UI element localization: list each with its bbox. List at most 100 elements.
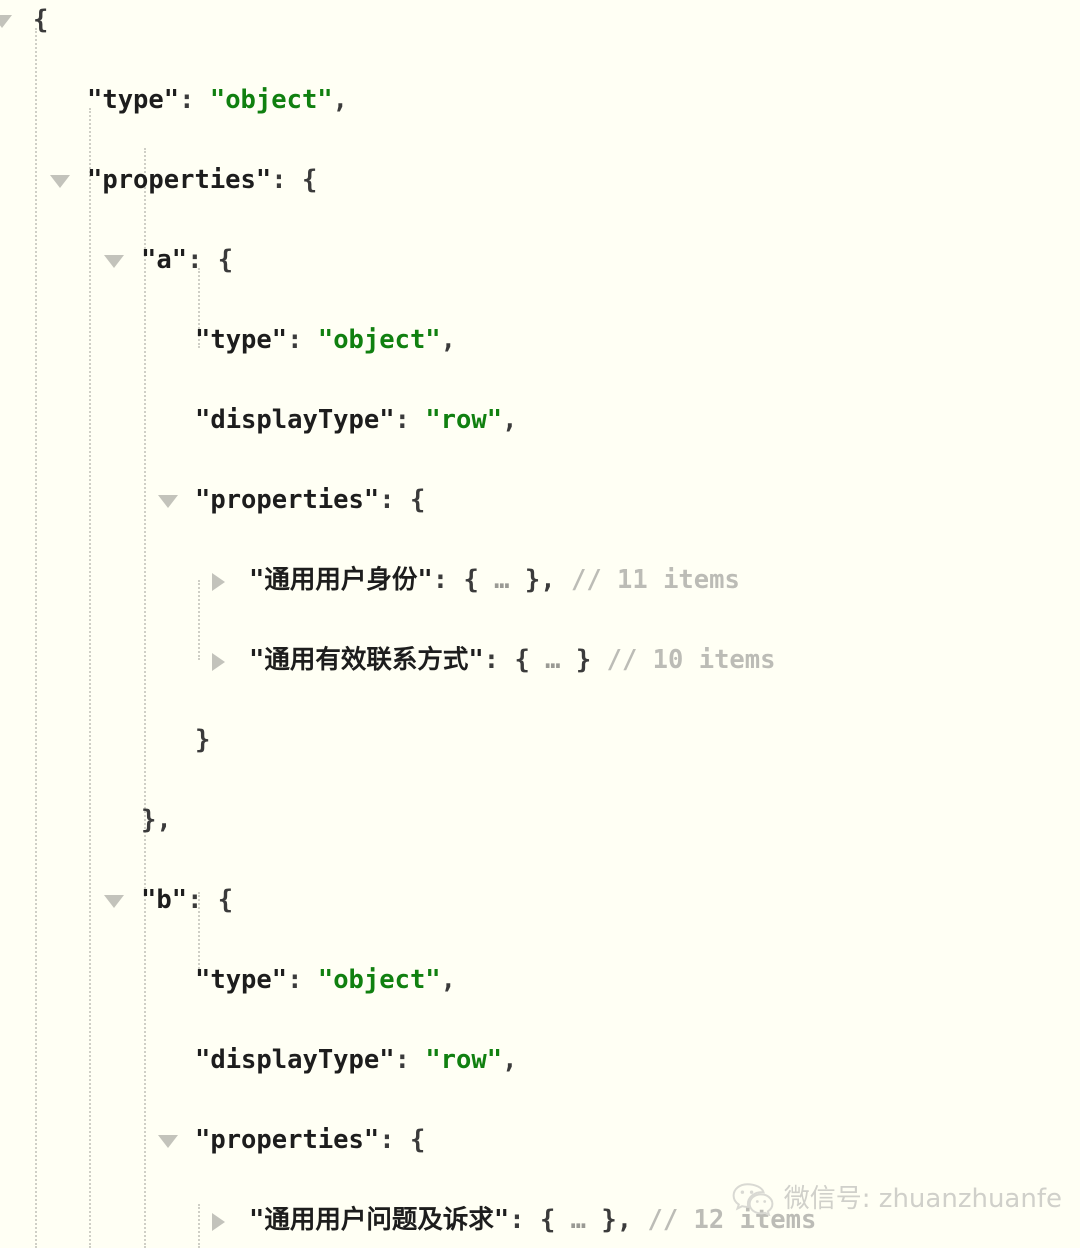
string-value-token: "object" (317, 325, 441, 355)
collapse-triangle-icon[interactable] (158, 1135, 178, 1148)
key-text: " (468, 645, 484, 675)
code-line-content: "type": "object", (87, 80, 348, 120)
code-line-content: "properties": { (195, 1120, 425, 1160)
code-line-content: "displayType": "row", (195, 400, 517, 440)
code-line-content: "displayType": "row", (195, 1040, 517, 1080)
collapsed-open-brace: { (514, 645, 546, 675)
code-line-content: "b": { (141, 880, 233, 920)
item-count-comment: // 10 items (591, 645, 776, 675)
punctuation-token: , (440, 325, 457, 355)
key-text: "type" (87, 85, 180, 115)
colon-token: : (394, 1045, 426, 1075)
code-line: "displayType": "row", (0, 1040, 1080, 1080)
punctuation-token: , (332, 85, 349, 115)
collapsed-open-brace: { (463, 565, 495, 595)
item-count-comment: // 11 items (555, 565, 740, 595)
code-line-content: }, (141, 800, 172, 840)
key-text: "b" (141, 885, 188, 915)
punctuation-token: , (616, 1205, 633, 1235)
code-line-content: "通用用户问题及诉求": { … }, // 12 items (249, 1200, 816, 1240)
code-line-content: "type": "object", (195, 320, 456, 360)
collapsed-close-brace: } (560, 645, 592, 675)
string-value-token: "row" (425, 405, 503, 435)
colon-token: : (379, 1125, 410, 1155)
key-text: "displayType" (195, 1045, 395, 1075)
colon-token: : (187, 885, 218, 915)
code-line: "type": "object", (0, 960, 1080, 1000)
expand-triangle-icon[interactable] (212, 653, 225, 671)
punctuation-token: { (217, 245, 234, 275)
key-text: " (417, 565, 433, 595)
code-line: "通用用户问题及诉求": { … }, // 12 items (0, 1200, 1080, 1240)
code-line-content: "通用有效联系方式": { … } // 10 items (249, 640, 775, 680)
collapsed-close-brace: } (509, 565, 541, 595)
colon-token: : (483, 645, 515, 675)
key-text: "type" (195, 965, 288, 995)
colon-token: : (187, 245, 218, 275)
colon-token: : (509, 1205, 540, 1235)
key-text-cjk: 通用用户身份 (264, 565, 418, 595)
code-line: "b": { (0, 880, 1080, 920)
code-line-content: "properties": { (195, 480, 425, 520)
punctuation-token: { (301, 165, 318, 195)
key-text: "type" (195, 325, 288, 355)
code-line: "type": "object", (0, 320, 1080, 360)
string-value-token: "row" (425, 1045, 503, 1075)
collapse-triangle-icon[interactable] (104, 895, 124, 908)
code-line: "通用有效联系方式": { … } // 10 items (0, 640, 1080, 680)
code-area[interactable]: {"type": "object", "properties": {"a": {"… (0, 0, 1080, 1248)
code-line: "displayType": "row", (0, 400, 1080, 440)
colon-token: : (179, 85, 210, 115)
collapse-triangle-icon[interactable] (50, 175, 70, 188)
collapsed-ellipsis: … (570, 1205, 587, 1235)
code-line: "properties": { (0, 1120, 1080, 1160)
collapsed-open-brace: { (539, 1205, 571, 1235)
code-line: "a": { (0, 240, 1080, 280)
bracket-token: } (195, 725, 211, 755)
bracket-token: }, (141, 805, 172, 835)
key-text: " (249, 1205, 265, 1235)
punctuation-token: { (217, 885, 234, 915)
punctuation-token: { (409, 485, 426, 515)
colon-token: : (379, 485, 410, 515)
colon-token: : (271, 165, 302, 195)
code-line: "properties": { (0, 160, 1080, 200)
code-line: }, (0, 800, 1080, 840)
expand-triangle-icon[interactable] (212, 1213, 225, 1231)
key-text: "displayType" (195, 405, 395, 435)
key-text: " (493, 1205, 510, 1235)
colon-token: : (432, 565, 464, 595)
code-line: "通用用户身份": { … }, // 11 items (0, 560, 1080, 600)
punctuation-token: { (409, 1125, 426, 1155)
collapsed-ellipsis: … (545, 645, 561, 675)
key-text: "a" (141, 245, 188, 275)
json-tree-viewer: {"type": "object", "properties": {"a": {"… (0, 0, 1080, 1248)
string-value-token: "object" (317, 965, 441, 995)
expand-triangle-icon[interactable] (212, 573, 225, 591)
key-text: " (249, 645, 265, 675)
code-line: { (0, 0, 1080, 40)
key-text: "properties" (195, 1125, 380, 1155)
code-line-content: "properties": { (87, 160, 317, 200)
key-text-cjk: 通用用户问题及诉求 (264, 1205, 494, 1235)
code-line: } (0, 720, 1080, 760)
code-line-content: "a": { (141, 240, 233, 280)
punctuation-token: , (502, 405, 518, 435)
key-text: "properties" (195, 485, 380, 515)
key-text: " (249, 565, 265, 595)
punctuation-token: , (502, 1045, 518, 1075)
punctuation-token: , (440, 965, 457, 995)
code-line: "properties": { (0, 480, 1080, 520)
collapse-triangle-icon[interactable] (0, 15, 12, 28)
punctuation-token: , (540, 565, 556, 595)
collapsed-ellipsis: … (494, 565, 510, 595)
collapse-triangle-icon[interactable] (158, 495, 178, 508)
bracket-token: { (33, 5, 49, 35)
colon-token: : (394, 405, 426, 435)
collapse-triangle-icon[interactable] (104, 255, 124, 268)
code-line-content: } (195, 720, 210, 760)
colon-token: : (287, 325, 318, 355)
key-text-cjk: 通用有效联系方式 (264, 645, 469, 675)
code-line-content: "通用用户身份": { … }, // 11 items (249, 560, 740, 600)
code-line-content: { (33, 0, 48, 40)
